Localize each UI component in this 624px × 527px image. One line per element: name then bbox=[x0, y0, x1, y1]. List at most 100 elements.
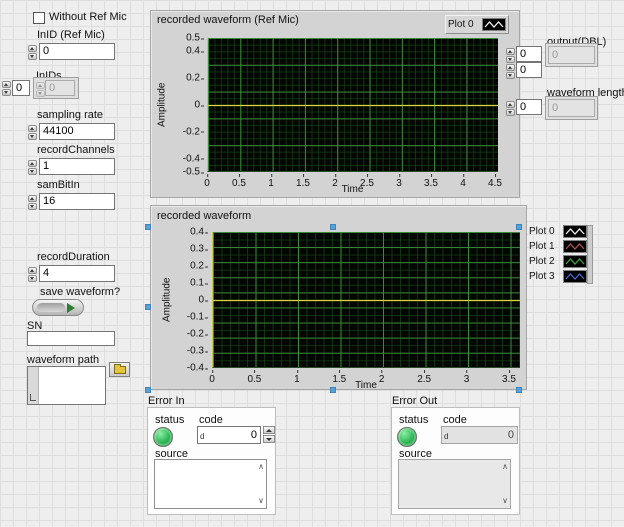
error-in-status-label: status bbox=[155, 414, 184, 427]
legend-item-label: Plot 2 bbox=[529, 256, 559, 267]
radix-indicator: d bbox=[200, 432, 204, 441]
selection-handle-bottom-middle[interactable] bbox=[330, 387, 336, 393]
sam-bit-in-label: samBitIn bbox=[37, 179, 80, 192]
y-tick-label: -0.5 bbox=[183, 167, 200, 178]
folder-icon bbox=[114, 366, 126, 374]
record-duration-field[interactable]: 4 bbox=[39, 265, 115, 282]
plot-style-icon[interactable] bbox=[482, 18, 506, 31]
save-waveform-button[interactable] bbox=[32, 299, 84, 316]
graph-recorded-trace bbox=[213, 300, 520, 301]
legend-item-label: Plot 0 bbox=[529, 226, 559, 237]
sam-bit-in-spinner[interactable] bbox=[28, 195, 37, 210]
graph-ref-mic-title: recorded waveform (Ref Mic) bbox=[157, 14, 299, 26]
error-out-code-field: d 0 bbox=[441, 426, 518, 444]
legend-item-label: Plot 0 bbox=[448, 19, 478, 30]
y-tick-label: -0.3 bbox=[187, 346, 204, 357]
radix-indicator: d bbox=[444, 432, 448, 441]
sampling-rate-spinner[interactable] bbox=[28, 125, 37, 140]
play-arrow-icon bbox=[67, 303, 75, 313]
y-tick-label: 0.4 bbox=[186, 46, 200, 57]
y-tick-label: 0.2 bbox=[190, 261, 204, 272]
legend-item[interactable]: Plot 0 bbox=[448, 17, 506, 32]
output-dbl-index2-field[interactable]: 0 bbox=[516, 62, 542, 78]
y-tick-label: 0 bbox=[198, 295, 204, 306]
without-ref-mic-label: Without Ref Mic bbox=[49, 11, 127, 24]
scroll-down-icon[interactable]: ∨ bbox=[258, 497, 264, 505]
inids-index-field[interactable]: 0 bbox=[12, 80, 30, 96]
legend-item[interactable]: Plot 2 bbox=[529, 254, 587, 269]
selection-handle-bottom-right[interactable] bbox=[516, 387, 522, 393]
output-dbl-index1-field[interactable]: 0 bbox=[516, 46, 542, 62]
scroll-up-icon[interactable]: ∧ bbox=[258, 463, 264, 471]
y-tick-label: -0.2 bbox=[183, 126, 200, 137]
graph-recorded-title: recorded waveform bbox=[157, 210, 251, 222]
sampling-rate-field[interactable]: 44100 bbox=[39, 123, 115, 140]
error-out-status-label: status bbox=[399, 414, 428, 427]
record-channels-field[interactable]: 1 bbox=[39, 158, 115, 175]
graph-recorded-ylabel: Amplitude bbox=[160, 232, 174, 368]
graph-recorded-xlabel: Time bbox=[212, 380, 520, 391]
waveform-length-index-spinner[interactable] bbox=[506, 101, 515, 116]
y-tick-label: -0.4 bbox=[187, 363, 204, 374]
selection-handle-top-right[interactable] bbox=[516, 224, 522, 230]
save-waveform-button-slot bbox=[37, 303, 65, 312]
y-tick-label: 0.4 bbox=[190, 227, 204, 238]
sampling-rate-label: sampling rate bbox=[37, 109, 103, 122]
selection-handle-top-left[interactable] bbox=[145, 224, 151, 230]
graph-recorded-plot-area[interactable] bbox=[212, 232, 520, 368]
record-duration-spinner[interactable] bbox=[28, 267, 37, 282]
output-dbl-index2-spinner[interactable] bbox=[506, 64, 515, 79]
error-in-source-field[interactable]: ∧ ∨ bbox=[154, 459, 267, 509]
path-type-strip bbox=[28, 367, 39, 404]
graph-ref-mic-xlabel: Time bbox=[207, 184, 498, 195]
error-in-code-spinner[interactable] bbox=[263, 426, 275, 443]
plot-style-icon[interactable] bbox=[563, 255, 587, 268]
plot-style-icon[interactable] bbox=[563, 270, 587, 283]
legend-scroll-strip[interactable] bbox=[587, 225, 593, 284]
legend-item-label: Plot 3 bbox=[529, 271, 559, 282]
graph-ref-mic-trace bbox=[208, 105, 498, 106]
legend-item[interactable]: Plot 0 bbox=[529, 224, 587, 239]
plot-style-icon[interactable] bbox=[563, 240, 587, 253]
y-tick-label: 0 bbox=[194, 100, 200, 111]
without-ref-mic-checkbox[interactable] bbox=[33, 12, 45, 24]
browse-button[interactable] bbox=[109, 362, 130, 377]
record-channels-spinner[interactable] bbox=[28, 160, 37, 175]
graph-ref-mic-ylabel: Amplitude bbox=[155, 38, 169, 172]
plot-style-icon[interactable] bbox=[563, 225, 587, 238]
inids-element-field: 0 bbox=[45, 80, 75, 96]
inids-index-spinner[interactable] bbox=[2, 81, 11, 96]
graph-recorded-legend[interactable]: Plot 0 Plot 1 Plot 2 Plot 3 bbox=[529, 224, 587, 284]
record-channels-label: recordChannels bbox=[37, 144, 115, 157]
legend-item-label: Plot 1 bbox=[529, 241, 559, 252]
y-tick-label: 0.2 bbox=[186, 73, 200, 84]
error-in-status-led[interactable] bbox=[153, 427, 173, 447]
legend-item[interactable]: Plot 3 bbox=[529, 269, 587, 284]
selection-handle-top-middle[interactable] bbox=[330, 224, 336, 230]
labview-front-panel: Without Ref Mic InID (Ref Mic) 0 InIDs 0… bbox=[0, 0, 624, 527]
waveform-path-field[interactable] bbox=[27, 366, 106, 405]
path-type-icon bbox=[30, 394, 36, 401]
sn-field[interactable] bbox=[27, 331, 115, 346]
error-out-source-field: ∧ ∨ bbox=[398, 459, 511, 509]
inid-field[interactable]: 0 bbox=[39, 43, 115, 60]
record-duration-label: recordDuration bbox=[37, 251, 110, 264]
selection-handle-middle-left[interactable] bbox=[145, 304, 151, 310]
y-tick-label: 0.5 bbox=[186, 33, 200, 44]
y-tick-label: -0.4 bbox=[183, 153, 200, 164]
y-tick-label: -0.2 bbox=[187, 329, 204, 340]
output-dbl-element-field: 0 bbox=[548, 46, 595, 64]
graph-ref-mic-legend[interactable]: Plot 0 bbox=[445, 15, 509, 34]
error-in-code-field[interactable]: d 0 bbox=[197, 426, 261, 444]
output-dbl-index1-spinner[interactable] bbox=[506, 48, 515, 63]
legend-item[interactable]: Plot 1 bbox=[529, 239, 587, 254]
waveform-length-index-field[interactable]: 0 bbox=[516, 99, 542, 115]
scroll-down-icon: ∨ bbox=[502, 497, 508, 505]
selection-handle-bottom-left[interactable] bbox=[145, 387, 151, 393]
inid-label: InID (Ref Mic) bbox=[37, 29, 105, 42]
save-waveform-label: save waveform? bbox=[40, 286, 120, 299]
y-tick-label: 0.3 bbox=[190, 244, 204, 255]
sam-bit-in-field[interactable]: 16 bbox=[39, 193, 115, 210]
graph-ref-mic-plot-area[interactable] bbox=[207, 38, 498, 172]
inid-spinner[interactable] bbox=[28, 45, 37, 60]
